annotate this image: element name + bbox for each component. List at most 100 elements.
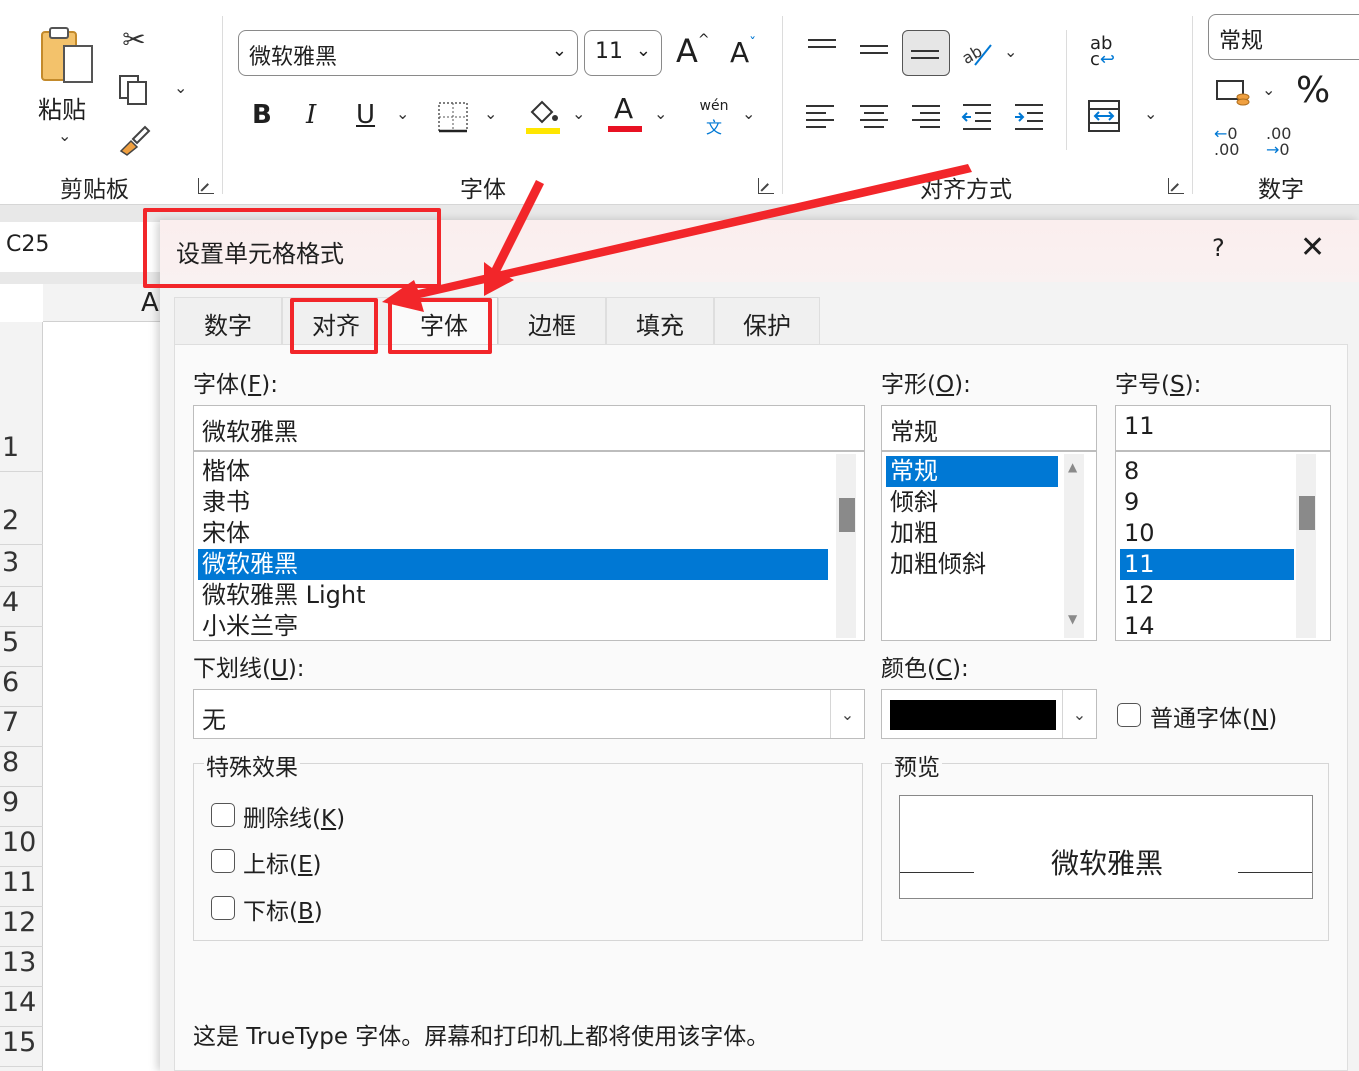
row-header[interactable]: 3 <box>0 547 43 587</box>
font-list-scrollbar[interactable] <box>836 454 856 638</box>
format-painter-icon[interactable] <box>116 122 152 158</box>
align-middle-icon[interactable] <box>860 40 890 59</box>
phonetic-dropdown-chevron-icon[interactable]: ⌄ <box>742 104 755 123</box>
font-style-item[interactable]: 加粗倾斜 <box>886 549 1058 580</box>
chevron-down-icon[interactable]: ⌄ <box>1062 690 1096 738</box>
row-header[interactable]: 8 <box>0 747 43 787</box>
close-button[interactable]: ✕ <box>1300 230 1325 265</box>
decrease-indent-icon[interactable] <box>960 100 994 134</box>
increase-indent-icon[interactable] <box>1012 100 1046 134</box>
font-list-item[interactable]: 小米兰亭 <box>198 611 828 640</box>
row-header[interactable]: 9 <box>0 787 43 827</box>
align-center-icon[interactable] <box>860 100 890 133</box>
font-size-item-selected[interactable]: 11 <box>1120 549 1294 580</box>
phonetic-button[interactable]: wén 文 <box>698 98 730 138</box>
underline-button[interactable]: U <box>356 100 375 130</box>
row-header[interactable]: 12 <box>0 907 43 947</box>
borders-icon[interactable] <box>436 100 470 134</box>
strikethrough-checkbox[interactable] <box>211 803 235 827</box>
decrease-font-size-button[interactable]: Aˇ <box>730 36 756 69</box>
tab-number[interactable]: 数字 <box>174 297 282 345</box>
superscript-checkbox[interactable] <box>211 849 235 873</box>
scroll-down-icon[interactable]: ▼ <box>1068 612 1077 626</box>
help-button[interactable]: ? <box>1212 234 1225 262</box>
decrease-decimal-button[interactable]: .00 →0 <box>1266 126 1291 158</box>
row-header[interactable]: 6 <box>0 667 43 707</box>
copy-icon[interactable] <box>116 72 152 108</box>
font-size-input[interactable]: 11 <box>1115 405 1331 451</box>
borders-dropdown-chevron-icon[interactable]: ⌄ <box>484 104 497 123</box>
row-header[interactable]: 7 <box>0 707 43 747</box>
font-size-listbox[interactable]: 8 9 10 11 12 14 <box>1115 451 1331 641</box>
tab-fill[interactable]: 填充 <box>606 297 714 345</box>
font-list-item[interactable]: 宋体 <box>198 518 828 549</box>
tab-border[interactable]: 边框 <box>498 297 606 345</box>
font-dialog-launcher-icon[interactable] <box>758 178 774 194</box>
font-size-item[interactable]: 14 <box>1120 611 1294 640</box>
row-header[interactable]: 14 <box>0 987 43 1027</box>
wrap-text-button[interactable]: ab c↩ <box>1090 35 1126 69</box>
font-color-dropdown-chevron-icon[interactable]: ⌄ <box>654 104 667 123</box>
fill-color-icon[interactable] <box>526 96 560 136</box>
orientation-icon[interactable]: ab <box>960 36 996 70</box>
font-style-item[interactable]: 加粗 <box>886 518 1058 549</box>
font-style-listbox[interactable]: 常规 倾斜 加粗 加粗倾斜 ▲ ▼ <box>881 451 1097 641</box>
fill-color-dropdown-chevron-icon[interactable]: ⌄ <box>572 104 585 123</box>
merge-dropdown-chevron-icon[interactable]: ⌄ <box>1144 104 1157 123</box>
color-select[interactable]: ⌄ <box>881 689 1097 739</box>
paste-button[interactable]: 粘贴 <box>38 90 86 125</box>
scrollbar-thumb[interactable] <box>1299 496 1315 530</box>
font-size-item[interactable]: 10 <box>1120 518 1294 549</box>
font-size-item[interactable]: 9 <box>1120 487 1294 518</box>
font-input[interactable]: 微软雅黑 <box>193 405 865 451</box>
cut-icon[interactable]: ✂ <box>118 22 150 56</box>
normal-font-checkbox[interactable] <box>1117 703 1141 727</box>
chevron-down-icon[interactable]: ⌄ <box>830 690 864 738</box>
font-size-item[interactable]: 8 <box>1120 456 1294 487</box>
font-style-item-selected[interactable]: 常规 <box>886 456 1058 487</box>
underline-select[interactable]: 无 ⌄ <box>193 689 865 739</box>
paste-icon[interactable] <box>36 24 98 86</box>
scrollbar-thumb[interactable] <box>839 498 855 532</box>
increase-decimal-button[interactable]: ←0 .00 <box>1214 126 1239 158</box>
row-header[interactable]: 10 <box>0 827 43 867</box>
align-right-icon[interactable] <box>912 100 942 133</box>
column-header[interactable]: A <box>43 284 160 322</box>
font-style-scrollbar[interactable]: ▲ ▼ <box>1064 454 1084 638</box>
font-list-item[interactable]: 隶书 <box>198 487 828 518</box>
copy-dropdown-chevron-icon[interactable]: ⌄ <box>174 78 187 97</box>
align-top-icon[interactable] <box>808 34 838 53</box>
clipboard-dialog-launcher-icon[interactable] <box>198 178 214 194</box>
row-header[interactable]: 4 <box>0 587 43 627</box>
row-header[interactable]: 15 <box>0 1027 43 1067</box>
underline-dropdown-chevron-icon[interactable]: ⌄ <box>396 104 409 123</box>
increase-font-size-button[interactable]: A^ <box>676 32 710 70</box>
row-header[interactable]: 5 <box>0 627 43 667</box>
italic-button[interactable]: I <box>306 100 316 130</box>
paste-dropdown-chevron-icon[interactable]: ⌄ <box>58 126 71 145</box>
font-list-item[interactable]: 楷体 <box>198 456 828 487</box>
align-bottom-button[interactable] <box>902 30 950 76</box>
row-header[interactable]: 11 <box>0 867 43 907</box>
align-left-icon[interactable] <box>806 100 836 133</box>
alignment-dialog-launcher-icon[interactable] <box>1168 178 1184 194</box>
merge-center-icon[interactable] <box>1086 98 1122 134</box>
font-style-item[interactable]: 倾斜 <box>886 487 1058 518</box>
subscript-checkbox[interactable] <box>211 896 235 920</box>
percent-style-button[interactable]: % <box>1296 70 1330 111</box>
accounting-dropdown-chevron-icon[interactable]: ⌄ <box>1262 80 1275 99</box>
orientation-dropdown-chevron-icon[interactable]: ⌄ <box>1004 42 1017 61</box>
row-header[interactable]: 1 <box>0 432 43 472</box>
font-size-scrollbar[interactable] <box>1296 454 1316 638</box>
bold-button[interactable]: B <box>252 100 272 130</box>
row-header[interactable]: 2 <box>0 505 43 545</box>
scroll-up-icon[interactable]: ▲ <box>1068 460 1077 474</box>
font-list-item-selected[interactable]: 微软雅黑 <box>198 549 828 580</box>
font-color-button[interactable]: A <box>608 92 642 136</box>
font-style-input[interactable]: 常规 <box>881 405 1097 451</box>
font-size-item[interactable]: 12 <box>1120 580 1294 611</box>
number-format-select[interactable]: 常规 <box>1208 14 1359 60</box>
font-name-select[interactable]: 微软雅黑 ⌄ <box>238 30 578 76</box>
name-box[interactable]: C25 <box>0 222 160 272</box>
font-listbox[interactable]: 楷体 隶书 宋体 微软雅黑 微软雅黑 Light 小米兰亭 <box>193 451 865 641</box>
